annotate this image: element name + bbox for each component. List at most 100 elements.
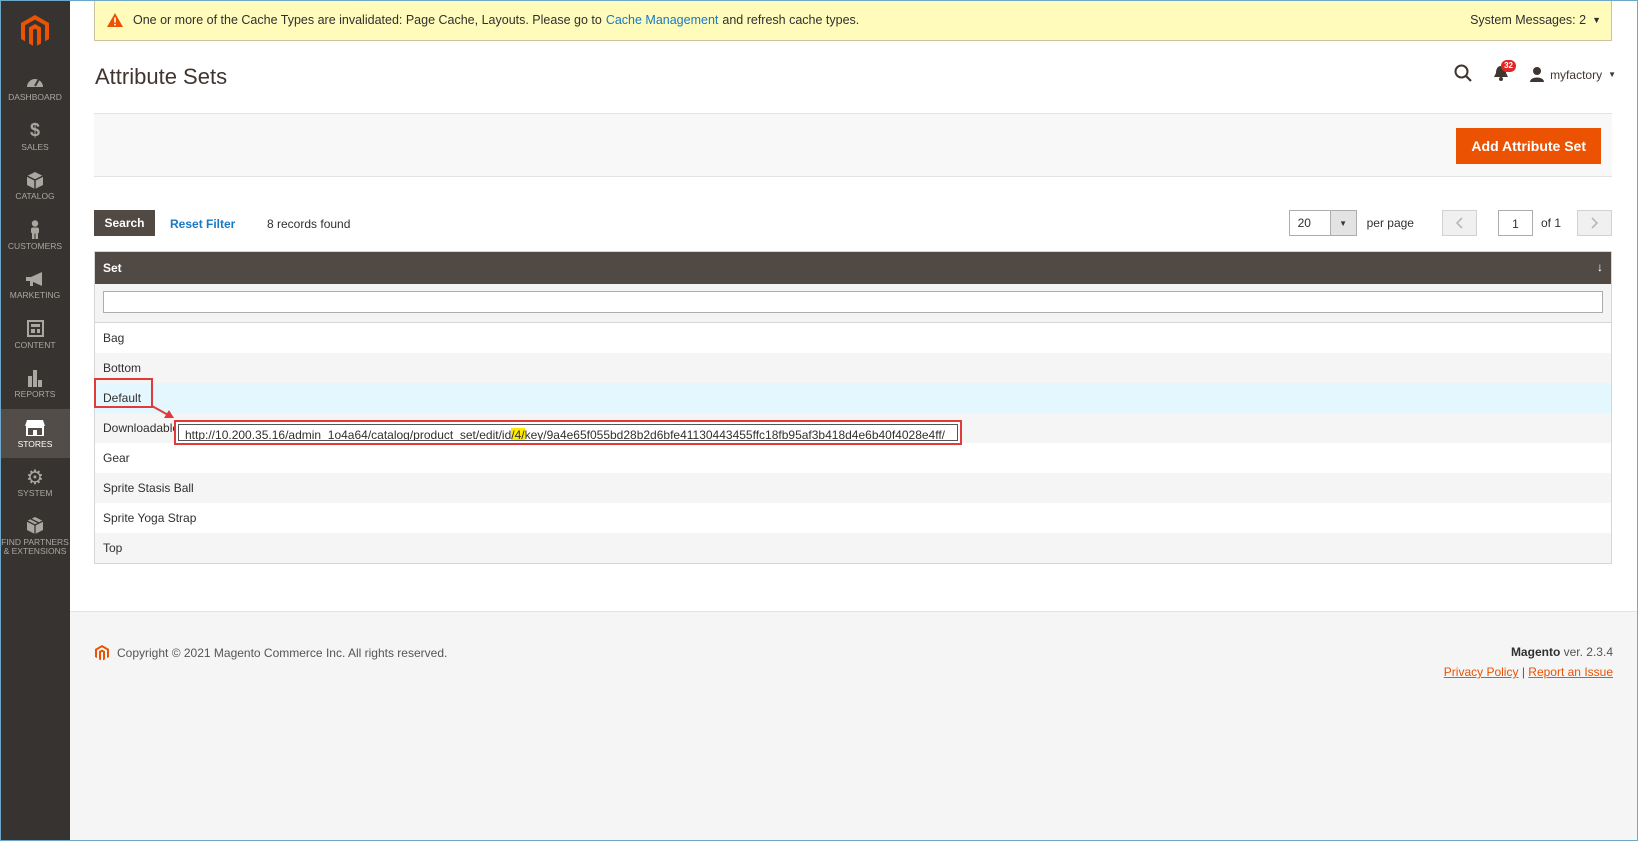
store-icon bbox=[25, 418, 45, 438]
page-number-input[interactable]: 1 bbox=[1497, 210, 1533, 236]
sidebar-item-find-partners[interactable]: FIND PARTNERS & EXTENSIONS bbox=[0, 508, 70, 564]
user-icon bbox=[1530, 67, 1545, 82]
sidebar-item-dashboard[interactable]: DASHBOARD bbox=[0, 62, 70, 112]
next-page-button[interactable] bbox=[1577, 210, 1612, 236]
sidebar-item-stores[interactable]: STORES bbox=[0, 408, 70, 458]
table-row[interactable]: Sprite Yoga Strap bbox=[95, 503, 1611, 533]
sidebar-item-customers[interactable]: CUSTOMERS bbox=[0, 211, 70, 261]
column-header-label: Set bbox=[103, 261, 122, 275]
notifications-count-badge: 32 bbox=[1501, 59, 1516, 72]
row-set-name: Top bbox=[103, 541, 123, 555]
dollar-icon: $ bbox=[29, 120, 40, 141]
records-found: 8 records found bbox=[267, 217, 351, 231]
url-id-highlight: /4/ bbox=[511, 428, 525, 441]
sidebar-item-label: CONTENT bbox=[14, 339, 56, 350]
system-messages-toggle[interactable]: System Messages: 2 ▼ bbox=[1470, 13, 1601, 27]
per-page-value: 20 bbox=[1297, 216, 1311, 230]
privacy-policy-link[interactable]: Privacy Policy bbox=[1444, 665, 1519, 679]
reset-filter-link[interactable]: Reset Filter bbox=[170, 217, 235, 231]
copyright: Copyright © 2021 Magento Commerce Inc. A… bbox=[95, 645, 447, 661]
sidebar-item-label: MARKETING bbox=[9, 290, 61, 301]
sidebar-item-system[interactable]: ⚙ SYSTEM bbox=[0, 458, 70, 508]
chevron-right-icon bbox=[1590, 217, 1598, 229]
magento-logo-icon bbox=[21, 15, 49, 46]
page-of-label: of 1 bbox=[1540, 216, 1561, 230]
dashboard-icon bbox=[26, 71, 44, 91]
warning-icon bbox=[107, 13, 123, 27]
row-set-name: Bottom bbox=[103, 361, 142, 375]
callout-arrow-icon bbox=[151, 405, 174, 418]
sort-arrow-icon[interactable]: ↓ bbox=[1597, 260, 1603, 274]
page-title: Attribute Sets bbox=[95, 64, 228, 89]
row-set-name: Sprite Yoga Strap bbox=[103, 511, 197, 525]
system-messages-label: System Messages: 2 bbox=[1470, 13, 1587, 27]
system-message-bar: One or more of the Cache Types are inval… bbox=[94, 0, 1612, 41]
layout-icon bbox=[26, 319, 44, 339]
url-part: key/9a4e65f055bd28b2d6bfe41130443455ffc1… bbox=[524, 428, 946, 441]
sidebar-item-label: SYSTEM bbox=[17, 488, 53, 499]
page-actions-bar: Add Attribute Set bbox=[94, 113, 1612, 177]
table-row[interactable]: Bag bbox=[95, 323, 1611, 353]
column-header-set[interactable]: Set ↓ bbox=[95, 252, 1611, 284]
sidebar-item-marketing[interactable]: MARKETING bbox=[0, 260, 70, 310]
add-attribute-set-button[interactable]: Add Attribute Set bbox=[1456, 128, 1601, 164]
per-page-select[interactable]: 20 ▼ bbox=[1288, 210, 1357, 236]
row-set-name: Gear bbox=[103, 451, 130, 465]
cache-management-link[interactable]: Cache Management bbox=[606, 13, 719, 27]
caret-down-icon: ▼ bbox=[1592, 15, 1601, 25]
url-tooltip: http://10.200.35.16/admin_1o4a64/catalog… bbox=[174, 420, 962, 445]
system-message-text: One or more of the Cache Types are inval… bbox=[133, 13, 602, 27]
footer-links: Privacy Policy | Report an Issue bbox=[1444, 665, 1613, 679]
search-icon[interactable] bbox=[1454, 64, 1472, 85]
admin-sidebar: DASHBOARD $ SALES CATALOG CUSTOMERS MARK… bbox=[0, 0, 70, 841]
header-actions: 32 myfactory ▼ bbox=[1454, 59, 1616, 85]
table-row[interactable]: Top bbox=[95, 533, 1611, 563]
url-part: http://10.200.35.16/admin_1o4a64/catalog… bbox=[185, 428, 512, 441]
sidebar-item-label: REPORTS bbox=[14, 389, 56, 400]
set-filter-input[interactable] bbox=[103, 291, 1603, 313]
search-button[interactable]: Search bbox=[94, 210, 155, 236]
sidebar-item-label: CUSTOMERS bbox=[7, 240, 63, 251]
default-row-highlight bbox=[94, 378, 153, 408]
table-row[interactable]: Default bbox=[95, 383, 1611, 413]
version-info: Magento ver. 2.3.4 bbox=[1511, 645, 1613, 659]
report-issue-link[interactable]: Report an Issue bbox=[1528, 665, 1613, 679]
footer-separator: | bbox=[1521, 665, 1525, 679]
gear-icon: ⚙ bbox=[26, 466, 44, 489]
sidebar-item-sales[interactable]: $ SALES bbox=[0, 112, 70, 162]
attribute-sets-grid: Set ↓ Bag Bottom Default Downloadable Ge… bbox=[94, 251, 1612, 564]
previous-page-button[interactable] bbox=[1441, 210, 1477, 236]
sidebar-item-label: DASHBOARD bbox=[8, 92, 62, 103]
filter-row bbox=[95, 284, 1611, 323]
sidebar-item-label: CATALOG bbox=[15, 191, 55, 202]
chevron-left-icon bbox=[1456, 217, 1464, 229]
person-icon bbox=[29, 220, 41, 240]
boxes-icon bbox=[26, 516, 44, 536]
table-row[interactable]: Bottom bbox=[95, 353, 1611, 383]
cube-icon bbox=[27, 170, 43, 190]
sidebar-item-catalog[interactable]: CATALOG bbox=[0, 161, 70, 211]
status-url: http://10.200.35.16/admin_1o4a64/catalog… bbox=[178, 424, 958, 441]
sidebar-item-label: FIND PARTNERS & EXTENSIONS bbox=[1, 536, 69, 556]
magento-logo[interactable] bbox=[0, 0, 70, 62]
sidebar-item-content[interactable]: CONTENT bbox=[0, 310, 70, 360]
brand-name: Magento bbox=[1510, 645, 1561, 659]
page-footer: Copyright © 2021 Magento Commerce Inc. A… bbox=[70, 611, 1638, 841]
bar-chart-icon bbox=[27, 368, 43, 388]
row-set-name: Sprite Stasis Ball bbox=[103, 481, 194, 495]
sidebar-item-label: SALES bbox=[21, 141, 49, 152]
caret-down-icon[interactable]: ▼ bbox=[1329, 211, 1356, 235]
row-set-name: Bag bbox=[103, 331, 125, 345]
sidebar-item-reports[interactable]: REPORTS bbox=[0, 359, 70, 409]
table-row[interactable]: Gear bbox=[95, 443, 1611, 473]
system-message-text-after: and refresh cache types. bbox=[722, 13, 860, 27]
copyright-text: Copyright © 2021 Magento Commerce Inc. A… bbox=[117, 646, 448, 660]
grid-toolbar: Search Reset Filter 8 records found 20 ▼… bbox=[94, 210, 1612, 236]
user-menu[interactable]: myfactory ▼ bbox=[1530, 67, 1616, 82]
version-text: ver. 2.3.4 bbox=[1563, 645, 1613, 659]
sidebar-item-label: STORES bbox=[17, 438, 53, 449]
table-row[interactable]: Sprite Stasis Ball bbox=[95, 473, 1611, 503]
notifications-bell[interactable]: 32 bbox=[1494, 59, 1516, 84]
megaphone-icon bbox=[25, 269, 45, 289]
per-page-label: per page bbox=[1366, 216, 1414, 230]
